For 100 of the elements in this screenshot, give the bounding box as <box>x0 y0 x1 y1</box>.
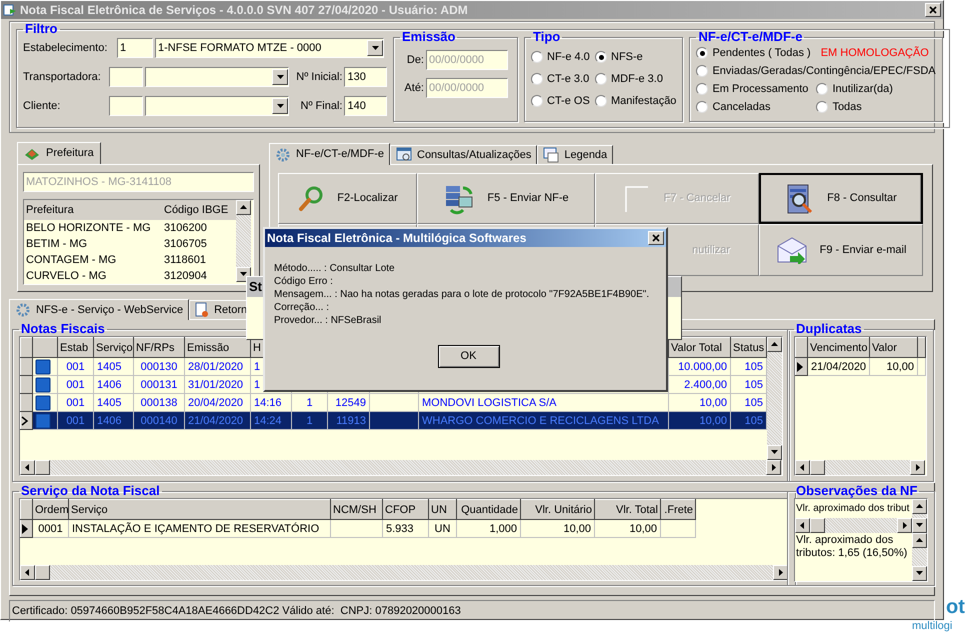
action-button[interactable]: F9 - Enviar e-mail <box>759 224 923 276</box>
column-header[interactable]: Quantidade <box>456 500 520 520</box>
text-field[interactable]: 130 <box>344 67 388 87</box>
tab[interactable]: Prefeitura <box>17 142 101 164</box>
column-header[interactable]: Valor <box>870 338 918 358</box>
column-header[interactable]: NCM/SH <box>330 500 382 520</box>
horizontal-scrollbar[interactable] <box>795 460 925 475</box>
scroll-left-button[interactable] <box>795 518 810 533</box>
vertical-scrollbar[interactable] <box>767 337 782 460</box>
text-field[interactable] <box>109 96 143 116</box>
close-button[interactable] <box>925 3 941 17</box>
radio-button[interactable] <box>696 65 708 77</box>
radio-button[interactable] <box>531 73 543 85</box>
horizontal-scrollbar[interactable] <box>20 460 781 475</box>
tab[interactable]: Legenda <box>537 145 614 164</box>
column-header[interactable]: Status <box>730 338 766 358</box>
radio-button[interactable] <box>696 101 708 113</box>
column-header[interactable]: Ordem <box>32 500 68 520</box>
action-button[interactable]: F8 - Consultar <box>759 173 923 224</box>
scroll-down-button[interactable] <box>912 566 927 581</box>
radio-label[interactable]: Todas <box>832 98 862 116</box>
radio-button[interactable] <box>595 73 607 85</box>
radio-label[interactable]: CT-e 3.0 <box>547 70 590 88</box>
vertical-scrollbar[interactable] <box>236 200 251 282</box>
scroll-thumb[interactable] <box>810 460 825 475</box>
close-icon <box>929 6 937 14</box>
dropdown-field[interactable] <box>144 96 290 116</box>
dropdown-field[interactable] <box>144 67 290 87</box>
scroll-right-button[interactable] <box>897 518 912 533</box>
scroll-up-button[interactable] <box>912 533 927 548</box>
horizontal-scrollbar[interactable] <box>795 518 912 533</box>
radio-label[interactable]: Em Processamento <box>712 80 808 98</box>
scroll-down-button[interactable] <box>767 445 782 460</box>
text-field[interactable]: 1 <box>117 38 153 58</box>
action-button[interactable]: F5 - Enviar NF-e <box>417 173 595 224</box>
group-title: Notas Fiscais <box>20 322 106 336</box>
caret-right-icon <box>770 464 777 471</box>
column-header[interactable]: Prefeitura <box>24 200 162 220</box>
window-icon <box>396 147 412 163</box>
radio-button[interactable] <box>531 95 543 107</box>
radio-label[interactable]: CT-e OS <box>547 92 590 110</box>
table-row[interactable]: 21/04/2020 10,00 <box>796 358 926 376</box>
dropdown-field[interactable]: 1-NFSE FORMATO MTZE - 0000 <box>155 38 384 58</box>
table-row[interactable]: 001 1406 000140 21/04/2020 14:24 1 11913 WHARGO COMERCIO E RECICLAGENS LTDA 10,00 105 <box>20 412 766 430</box>
action-button[interactable]: F2-Localizar <box>278 173 417 224</box>
column-header[interactable]: Serviço <box>68 500 330 520</box>
scroll-down-button[interactable] <box>912 518 927 533</box>
ok-button[interactable]: OK <box>438 345 500 368</box>
radio-label[interactable]: Pendentes ( Todas ) <box>712 44 811 62</box>
column-header[interactable]: Valor Total <box>668 338 730 358</box>
scroll-thumb[interactable] <box>35 460 50 475</box>
column-header[interactable]: Código IBGE <box>162 200 236 220</box>
column-header[interactable]: Serviço <box>94 338 134 358</box>
tab[interactable]: NF-e/CT-e/MDF-e <box>269 143 390 165</box>
radio-label[interactable]: Manifestação <box>611 92 676 110</box>
radio-label[interactable]: Enviadas/Geradas/Contingência/EPEC/FSDA <box>712 62 936 80</box>
radio-label[interactable]: MDF-e 3.0 <box>611 70 663 88</box>
column-header[interactable]: Emissão <box>184 338 250 358</box>
radio-button[interactable] <box>816 101 828 113</box>
column-header[interactable]: Vlr. Unitário <box>520 500 594 520</box>
vertical-scrollbar[interactable] <box>912 533 927 581</box>
tab[interactable]: Consultas/Atualizações <box>390 145 538 164</box>
horizontal-scrollbar[interactable] <box>20 565 788 580</box>
radio-label[interactable]: NFS-e <box>611 48 643 66</box>
scroll-left-button[interactable] <box>20 460 35 475</box>
scroll-left-button[interactable] <box>20 565 35 580</box>
radio-button[interactable] <box>595 95 607 107</box>
scroll-thumb[interactable] <box>810 518 825 533</box>
text-field[interactable] <box>109 67 143 87</box>
table-cell: 2.400,00 <box>668 376 730 394</box>
radio-button[interactable] <box>816 83 828 95</box>
column-header[interactable]: Vlr. Total <box>594 500 660 520</box>
table-row[interactable]: 0001 INSTALAÇÃO E IÇAMENTO DE RESERVATÓRIO 5.933 UN 1,000 10,00 10,00 <box>20 520 696 538</box>
radio-label[interactable]: NF-e 4.0 <box>547 48 590 66</box>
scroll-up-button[interactable] <box>767 337 782 352</box>
radio-button[interactable] <box>696 47 708 59</box>
radio-button[interactable] <box>696 83 708 95</box>
scroll-right-button[interactable] <box>910 460 925 475</box>
caret-down-icon <box>276 74 284 80</box>
scroll-right-button[interactable] <box>773 565 788 580</box>
vertical-scrollbar[interactable] <box>912 499 927 533</box>
tab[interactable]: NFS-e - Serviço - WebService <box>9 299 190 320</box>
scroll-left-button[interactable] <box>795 460 810 475</box>
column-header[interactable]: NF/RPs <box>134 338 184 358</box>
scroll-up-button[interactable] <box>236 200 251 215</box>
radio-button[interactable] <box>531 51 543 63</box>
text-field[interactable]: 140 <box>344 96 388 116</box>
radio-label[interactable]: Inutilizar(da) <box>832 80 893 98</box>
column-header[interactable]: UN <box>428 500 456 520</box>
column-header[interactable]: Estab <box>58 338 94 358</box>
column-header[interactable]: CFOP <box>382 500 428 520</box>
table-cell: 000140 <box>134 412 184 430</box>
column-header[interactable]: .Frete <box>660 500 696 520</box>
radio-button[interactable] <box>595 51 607 63</box>
scroll-right-button[interactable] <box>766 460 781 475</box>
radio-label[interactable]: Canceladas <box>712 98 771 116</box>
column-header[interactable]: Vencimento <box>808 338 870 358</box>
scroll-thumb[interactable] <box>35 565 50 580</box>
close-button[interactable] <box>648 231 664 245</box>
scroll-up-button[interactable] <box>912 499 927 514</box>
